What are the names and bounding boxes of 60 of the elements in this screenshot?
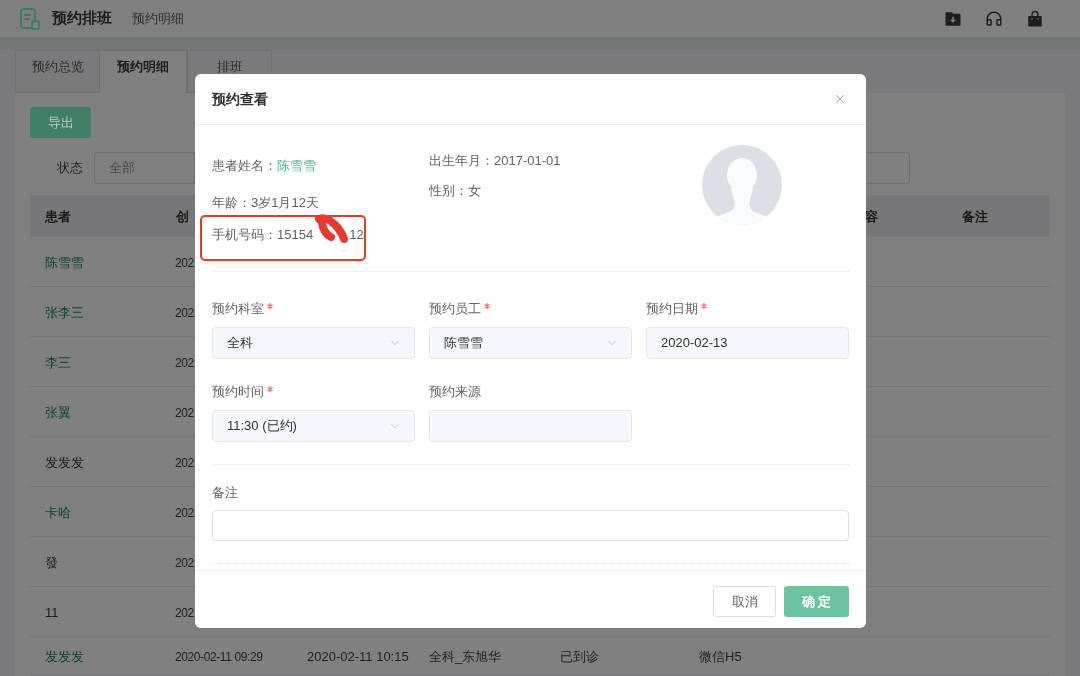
column-header: 创 <box>176 209 189 224</box>
table-cell: 全科_东旭华 <box>429 649 502 664</box>
headphones-icon[interactable] <box>985 9 1003 28</box>
table-cell: 202 <box>175 555 194 570</box>
input-field[interactable]: 2020-02-13 <box>646 327 849 359</box>
column-header: 患者 <box>45 209 71 224</box>
patient-age: 年龄：3岁1月12天 <box>212 194 320 212</box>
patient-name-link[interactable]: 张翼 <box>45 404 71 420</box>
tab[interactable]: 预约总览 <box>15 50 100 93</box>
document-logo-icon <box>20 7 40 30</box>
bag-icon[interactable] <box>1026 9 1044 28</box>
table-cell: 202 <box>175 255 194 270</box>
field-label: 预约员工 <box>429 300 481 319</box>
status-label: 状态 <box>57 159 83 178</box>
patient-name-link[interactable]: 发发发 <box>45 649 84 664</box>
breadcrumb: 预约明细 <box>132 9 184 28</box>
confirm-button[interactable]: 确 定 <box>784 586 849 617</box>
table-cell: 202 <box>175 505 194 520</box>
table-cell: 微信H5 <box>699 649 742 664</box>
phone-number-end: 12 <box>349 226 364 245</box>
table-cell: 202 <box>175 355 194 370</box>
input-field[interactable] <box>429 410 632 442</box>
table-cell: 2020-02-11 09:29 <box>175 650 263 664</box>
note-label: 备注 <box>212 485 239 501</box>
app-title: 预约排班 <box>52 8 112 29</box>
column-header: 容 <box>865 209 878 224</box>
birth-date: 出生年月：2017-01-01 <box>429 152 562 170</box>
field-label: 预约时间 <box>212 383 264 402</box>
cancel-button[interactable]: 取消 <box>713 586 776 617</box>
phone-label: 手机号码： <box>212 226 277 245</box>
patient-name: 發 <box>45 554 58 570</box>
patient-name-link[interactable]: 陈雪雪 <box>45 254 84 270</box>
patient-name: 发发发 <box>45 454 84 470</box>
field-label: 预约来源 <box>429 383 481 402</box>
folder-download-icon[interactable] <box>944 9 962 28</box>
patient-name-link[interactable]: 张李三 <box>45 304 84 320</box>
close-icon[interactable] <box>833 92 847 106</box>
phone-number-start: 15154 <box>277 226 314 245</box>
table-cell: 202 <box>175 455 194 470</box>
gender: 性别：女 <box>429 182 482 200</box>
patient-name-link[interactable]: 卡哈 <box>45 504 71 520</box>
patient-name-field: 患者姓名： <box>212 156 277 176</box>
patient-name: 11 <box>45 604 59 620</box>
export-button[interactable]: 导出 <box>30 107 91 138</box>
select-field[interactable]: 全科 <box>212 327 415 359</box>
table-cell: 2020-02-11 10:15 <box>307 649 409 664</box>
select-field[interactable]: 陈雪雪 <box>429 327 632 359</box>
table-cell: 202 <box>175 305 194 320</box>
note-field[interactable] <box>212 510 849 541</box>
table-cell: 202 <box>175 405 194 420</box>
scribble-mark <box>313 213 350 245</box>
table-cell: 202 <box>175 605 194 620</box>
field-label: 预约科室 <box>212 300 264 319</box>
table-cell: 已到诊 <box>560 649 599 664</box>
patient-name-link[interactable]: 李三 <box>45 354 71 370</box>
patient-name-value: 陈雪雪 <box>277 157 316 176</box>
select-field[interactable]: 11:30 (已约) <box>212 410 415 442</box>
tab[interactable]: 预约明细 <box>100 50 187 93</box>
field-label: 预约日期 <box>646 300 698 319</box>
column-header: 备注 <box>962 209 988 224</box>
